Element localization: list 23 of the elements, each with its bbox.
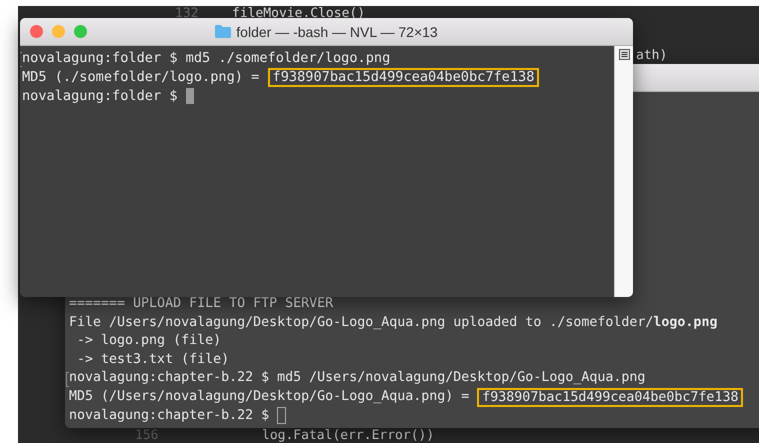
- window-title: folder — -bash — NVL — 72×13: [236, 24, 438, 40]
- scrollbar[interactable]: [614, 46, 633, 297]
- terminal-line: -> logo.png (file): [76, 332, 222, 350]
- terminal-line: novalagung:folder $ md5 ./somefolder/logo.png: [22, 49, 390, 68]
- highlighted-hash: f938907bac15d499cea04be0bc7fe138: [268, 68, 540, 86]
- line-number: 132: [175, 7, 198, 20]
- zoom-button[interactable]: [74, 25, 87, 38]
- minimize-button[interactable]: [52, 25, 65, 38]
- close-button[interactable]: [30, 25, 43, 38]
- code-line: log.Fatal(err.Error()): [262, 429, 434, 442]
- terminal-line: File /Users/novalagung/Desktop/Go-Logo_Aqua.png uploaded to ./somefolder/logo.png: [69, 314, 718, 332]
- terminal-line: novalagung:chapter-b.22 $ md5 /Users/novalagung/Desktop/Go-Logo_Aqua.png: [69, 369, 646, 387]
- code-line: fileMovie.Close(): [232, 7, 366, 20]
- terminal-line: ======= UPLOAD FILE TO FTP SERVER: [69, 295, 334, 313]
- code-line: ath): [636, 49, 668, 62]
- folder-icon: [215, 25, 232, 38]
- list-icon: [618, 49, 630, 60]
- terminal-line: -> test3.txt (file): [76, 350, 230, 368]
- terminal-line: MD5 (./somefolder/logo.png) =: [22, 68, 260, 86]
- terminal-prompt: novalagung:folder $: [22, 86, 178, 105]
- highlighted-hash: f938907bac15d499cea04be0bc7fe138: [477, 388, 744, 406]
- terminal-line: MD5 (/Users/novalagung/Desktop/Go-Logo_Aqua.png) =: [69, 388, 470, 406]
- terminal-prompt: novalagung:chapter-b.22 $: [69, 406, 270, 424]
